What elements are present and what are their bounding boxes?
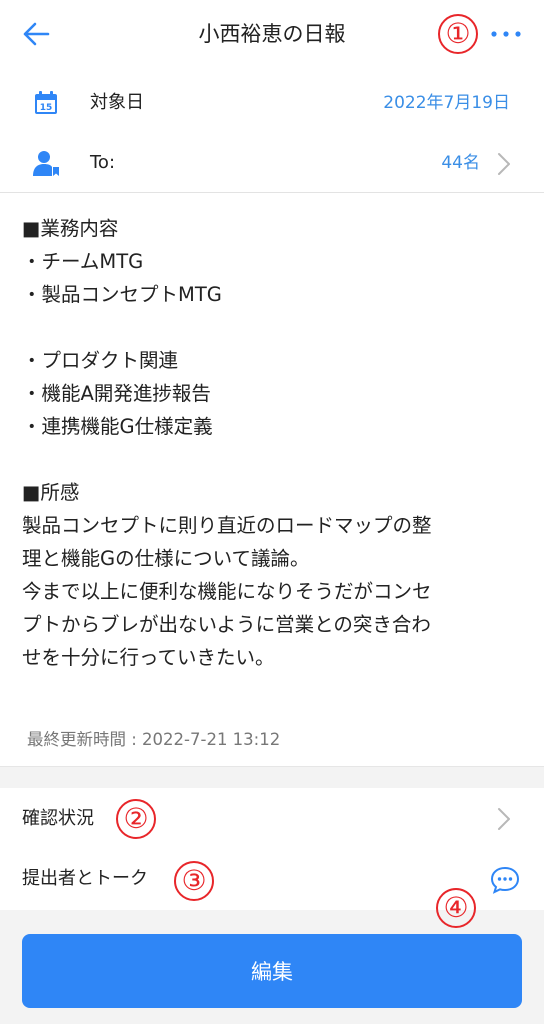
report-body: ■業務内容・チームMTG ・製品コンセプトMTG ・プロダクト関連・機能A開発進捗報… (22, 212, 527, 674)
chevron-right-icon (498, 153, 510, 175)
body-line: ・連携機能G仕様定義 (22, 415, 213, 438)
annotation-marker-1: ① (438, 14, 478, 54)
chevron-right-icon (498, 808, 510, 830)
recipients-label: To: (90, 152, 116, 173)
confirmation-status-label: 確認状況 (22, 808, 94, 829)
target-date-label: 対象日 (90, 92, 144, 113)
body-line: ■業務内容 (22, 217, 119, 240)
recipients-count: 44名 (441, 153, 480, 173)
body-line: 今まで以上に便利な機能になりそうだがコンセ (22, 580, 432, 603)
talk-with-submitter-label: 提出者とトーク (22, 868, 148, 889)
annotation-marker-2: ② (116, 799, 156, 839)
body-line: ・チームMTG (22, 250, 144, 273)
body-line: プトからブレが出ないように営業との突き合わ (22, 613, 431, 636)
chat-bubble-icon[interactable] (490, 866, 520, 894)
confirmation-status-row[interactable]: 確認状況 ② (0, 789, 544, 849)
body-line: ■所感 (22, 481, 80, 504)
body-line: ・プロダクト関連 (22, 349, 179, 372)
top-bar: 小西裕恵の日報 ① (0, 0, 544, 68)
target-date-value: 2022年7月19日 (383, 93, 510, 113)
section-separator (0, 766, 544, 788)
last-updated-text: 最終更新時間 : 2022-7-21 13:12 (27, 730, 281, 749)
body-blank-line (22, 443, 527, 476)
annotation-marker-3: ③ (174, 861, 214, 901)
svg-text:15: 15 (40, 103, 53, 113)
more-options-button[interactable] (486, 20, 526, 48)
body-blank-line (22, 311, 527, 344)
body-line: 理と機能Gの仕様について議論。 (22, 547, 310, 570)
edit-button[interactable]: 編集 (22, 934, 522, 1008)
footer-bar: 編集 (0, 910, 544, 1024)
body-line: せを十分に行っていきたい。 (22, 646, 275, 669)
target-date-row: 15 対象日 2022年7月19日 (0, 72, 544, 134)
body-line: ・製品コンセプトMTG (22, 283, 222, 306)
more-dots-icon (491, 31, 521, 37)
annotation-marker-4: ④ (436, 888, 476, 928)
recipients-row[interactable]: To: 44名 (0, 132, 544, 194)
calendar-icon: 15 (35, 91, 57, 114)
body-line: ・機能A開発進捗報告 (22, 382, 211, 405)
body-line: 製品コンセプトに則り直近のロードマップの整 (22, 514, 432, 537)
divider (0, 192, 544, 193)
person-icon (33, 151, 59, 176)
